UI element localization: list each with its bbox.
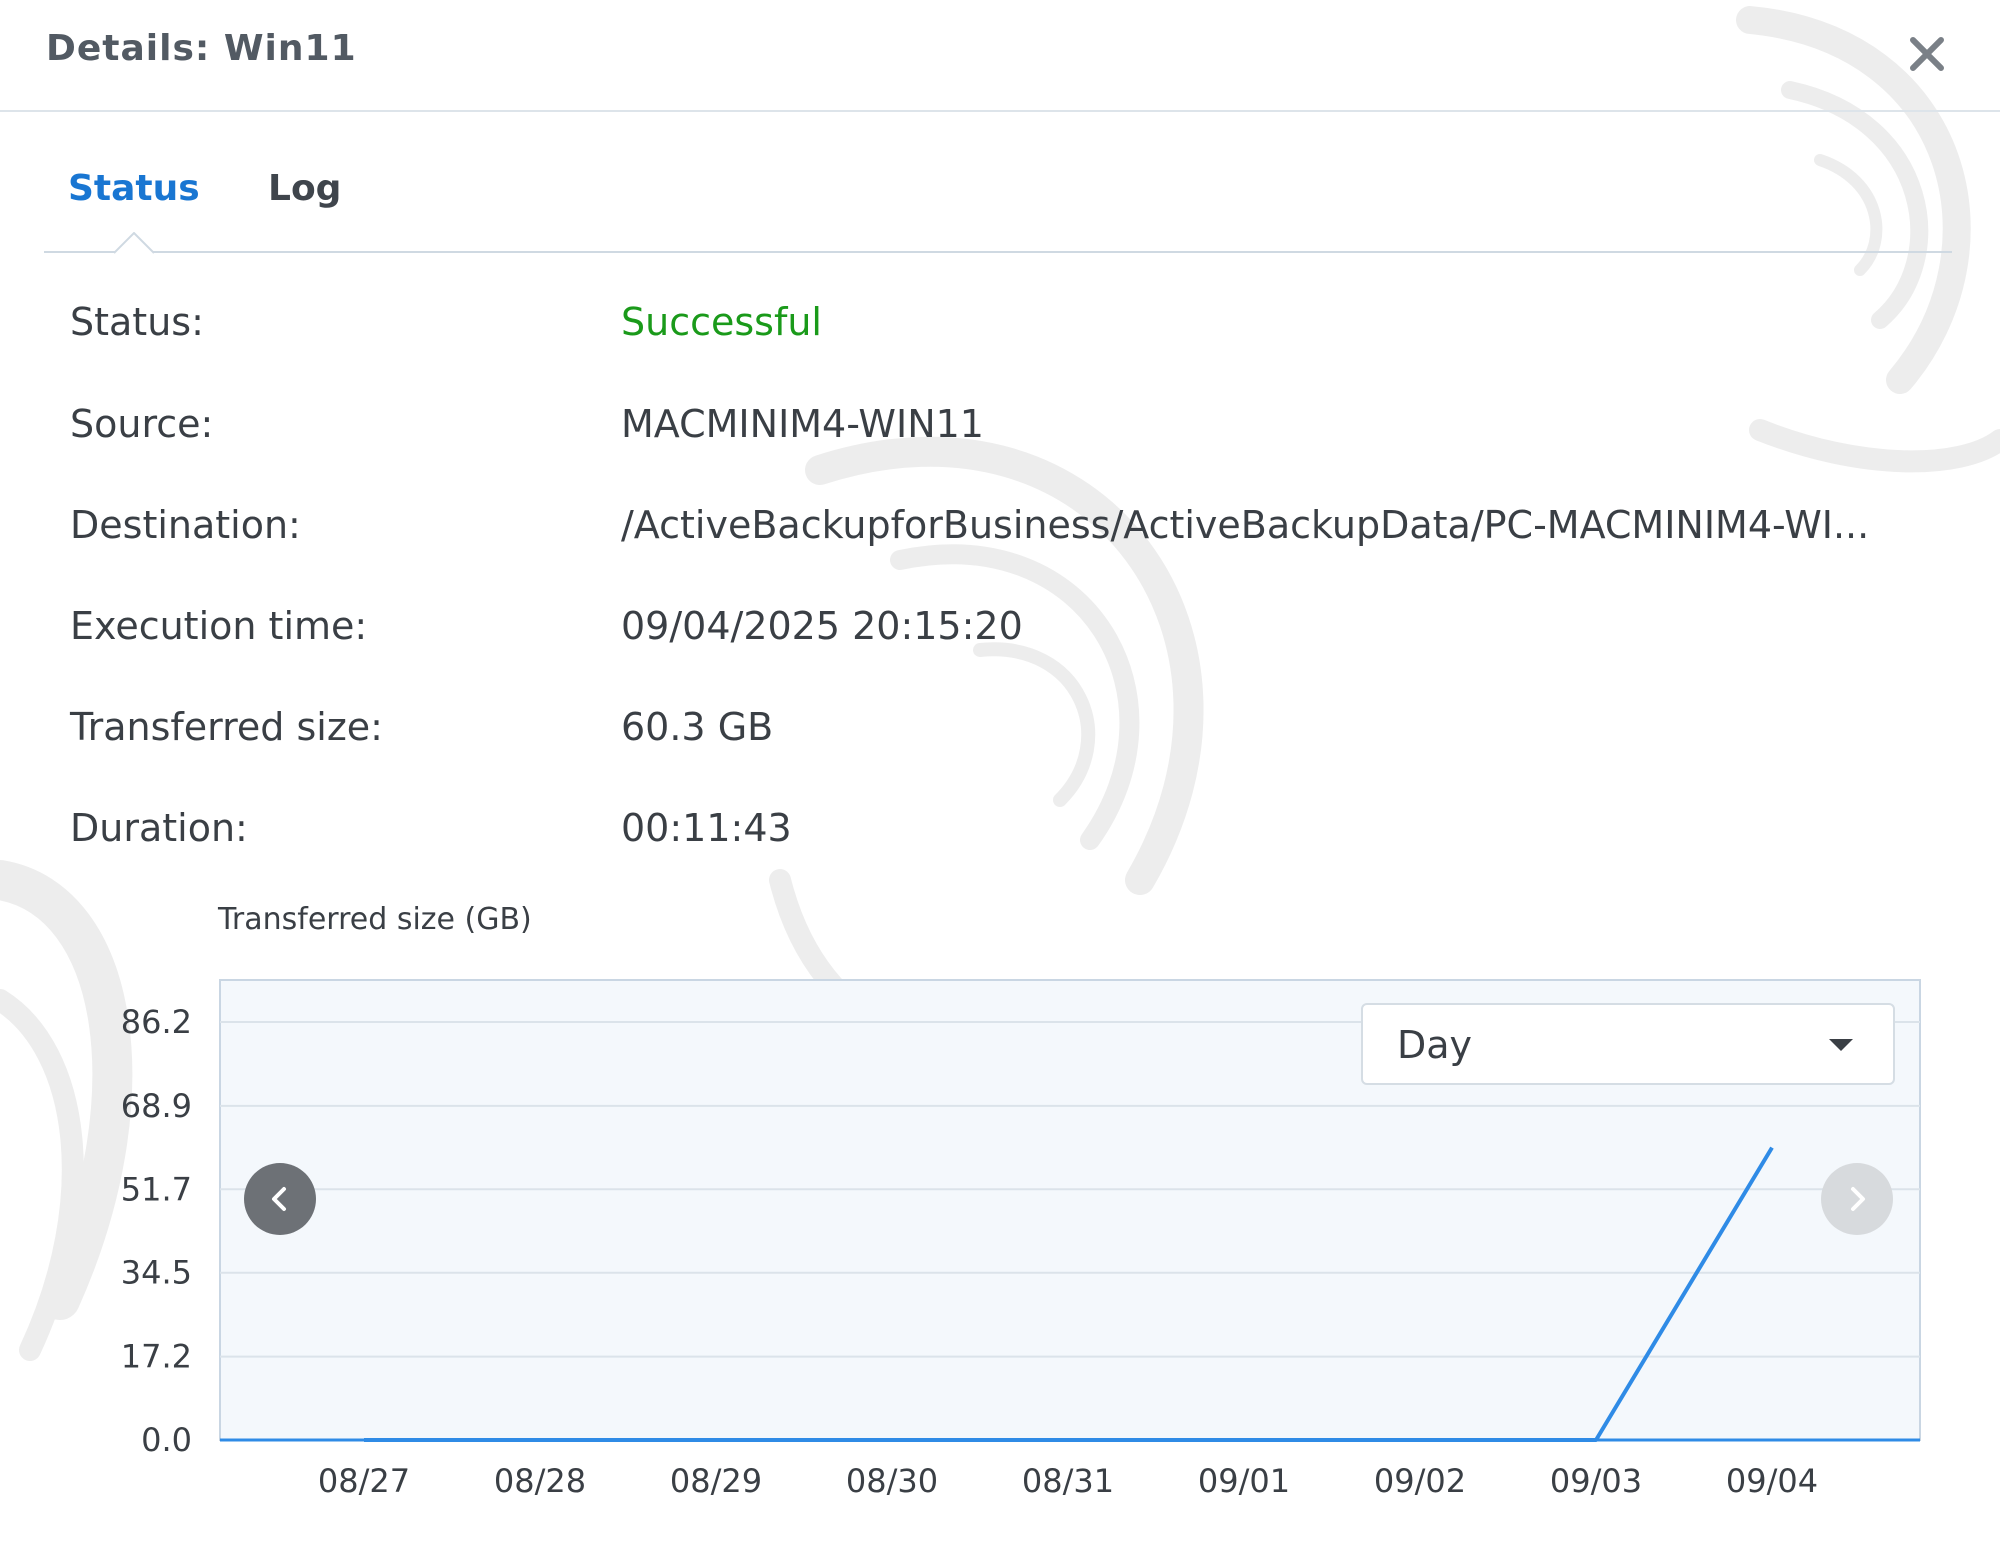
y-tick-label: 86.2 (121, 1003, 192, 1041)
x-tick-label: 09/01 (1198, 1462, 1290, 1500)
chevron-left-icon (272, 1187, 286, 1211)
previous-page-button[interactable] (244, 1163, 316, 1235)
period-select-value: Day (1397, 1023, 1473, 1067)
x-tick-label: 09/03 (1550, 1462, 1642, 1500)
x-tick-label: 08/30 (846, 1462, 938, 1500)
x-tick-label: 08/29 (670, 1462, 762, 1500)
x-tick-label: 09/04 (1726, 1462, 1818, 1500)
y-tick-label: 34.5 (121, 1254, 192, 1292)
x-tick-label: 08/27 (318, 1462, 410, 1500)
x-tick-label: 08/31 (1022, 1462, 1114, 1500)
caret-down-icon (1829, 1039, 1853, 1051)
chevron-right-icon (1851, 1187, 1865, 1211)
y-tick-label: 17.2 (121, 1338, 192, 1376)
y-tick-label: 0.0 (141, 1421, 192, 1459)
x-tick-label: 08/28 (494, 1462, 586, 1500)
period-select[interactable]: Day (1361, 1003, 1895, 1085)
y-tick-label: 51.7 (121, 1170, 192, 1208)
x-tick-label: 09/02 (1374, 1462, 1466, 1500)
y-tick-label: 68.9 (121, 1087, 192, 1125)
next-page-button[interactable] (1821, 1163, 1893, 1235)
transferred-size-chart: 0.0 17.2 34.5 51.7 68.9 86.2 08/27 08/28 08/29 08… (121, 979, 1921, 1500)
